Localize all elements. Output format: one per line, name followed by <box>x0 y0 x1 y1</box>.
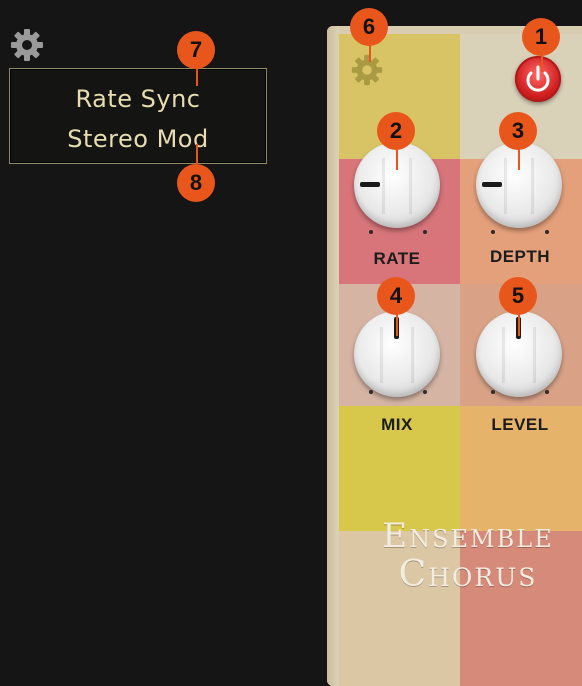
knob-rib <box>504 158 507 214</box>
settings-gear-icon[interactable] <box>8 26 46 64</box>
brand-line-1: Ensemble <box>382 516 554 556</box>
level-label: LEVEL <box>491 415 549 434</box>
knob-tick-dot <box>545 230 549 234</box>
callout-badge-8: 8 <box>177 164 215 202</box>
knob-rib <box>411 327 414 383</box>
pedal-settings-gear-icon[interactable] <box>349 52 385 88</box>
knob-tick-dot <box>491 390 495 394</box>
knob-rib <box>531 158 534 214</box>
ensemble-chorus-pedal: RATE DEPTH MIX LEVEL Ensemble Chorus <box>327 26 582 686</box>
knob-tick-dot <box>369 390 373 394</box>
callout-badge-3: 3 <box>499 112 537 150</box>
rate-label: RATE <box>373 249 421 268</box>
knob-rib <box>502 327 505 383</box>
callout-leader <box>518 314 520 336</box>
callout-leader <box>369 44 371 62</box>
callout-leader <box>196 144 198 164</box>
callout-leader <box>396 148 398 170</box>
knob-tick-dot <box>423 390 427 394</box>
knob-rib <box>533 327 536 383</box>
mix-label: MIX <box>381 415 413 434</box>
menu-item-rate-sync[interactable]: Rate Sync <box>10 85 266 113</box>
callout-badge-6: 6 <box>350 8 388 46</box>
knob-tick-dot <box>545 390 549 394</box>
depth-knob-indicator <box>482 182 502 187</box>
knob-rib <box>382 158 385 214</box>
brand-line-2: Chorus <box>398 554 538 595</box>
callout-badge-4: 4 <box>377 277 415 315</box>
knob-tick-dot <box>491 230 495 234</box>
knob-rib <box>409 158 412 214</box>
knob-tick-dot <box>369 230 373 234</box>
callout-badge-5: 5 <box>499 277 537 315</box>
callout-badge-2: 2 <box>377 112 415 150</box>
callout-leader <box>196 68 198 86</box>
callout-badge-7: 7 <box>177 31 215 69</box>
callout-leader <box>518 148 520 170</box>
power-icon <box>526 65 550 92</box>
callout-badge-1: 1 <box>522 18 560 56</box>
power-button[interactable] <box>515 56 561 102</box>
settings-menu: Rate Sync Stereo Mod <box>9 68 267 164</box>
knob-tick-dot <box>423 230 427 234</box>
menu-item-stereo-mod[interactable]: Stereo Mod <box>10 125 266 153</box>
depth-label: DEPTH <box>489 247 551 266</box>
knob-rib <box>380 327 383 383</box>
callout-leader <box>396 314 398 336</box>
rate-knob-indicator <box>360 182 380 187</box>
